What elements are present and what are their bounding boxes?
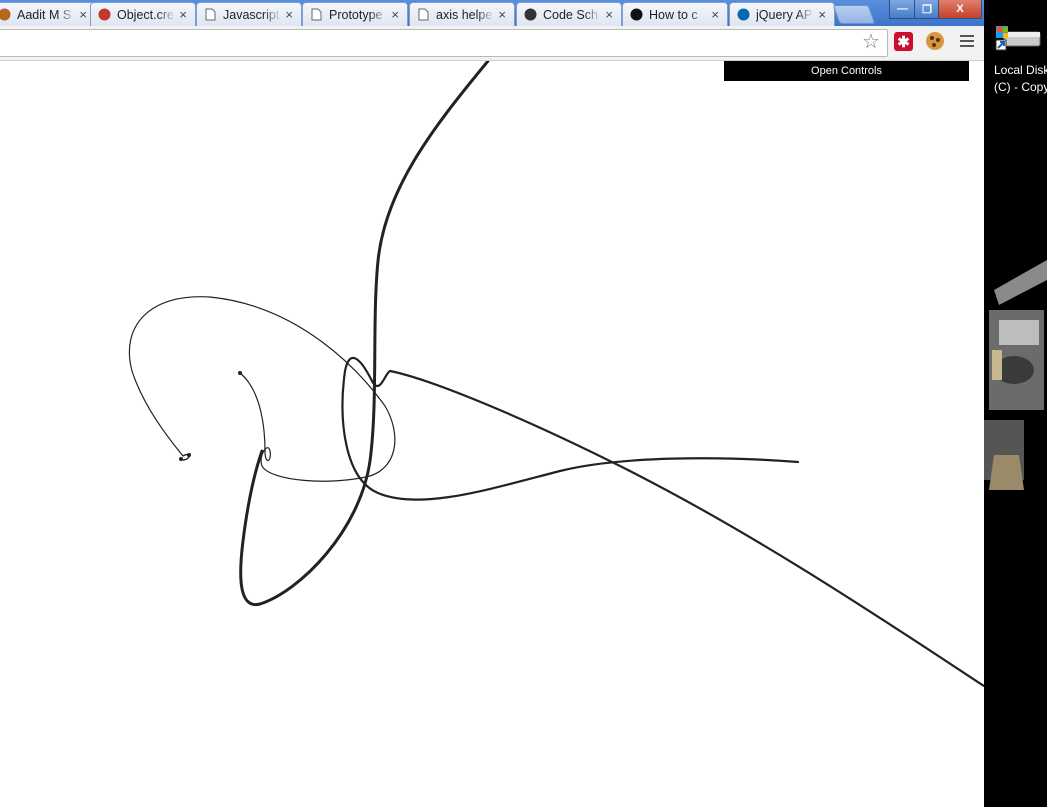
cookie-extension-icon[interactable] <box>926 32 944 50</box>
tab-label: Aadit M S <box>17 7 72 22</box>
thick-curve <box>239 61 490 607</box>
close-window-button[interactable]: X <box>938 0 982 19</box>
browser-window: Aadit M S × Object.cre × Javascript × Prototyp… <box>0 0 984 807</box>
desktop-icon-label-line2: (C) - Copy <box>994 80 1047 94</box>
tab-7[interactable]: How to c × <box>622 2 728 26</box>
thin-loop-curve <box>128 296 396 482</box>
tab-4[interactable]: Prototype × <box>302 2 408 26</box>
tab-6[interactable]: Code Sch × <box>516 2 622 26</box>
favicon-avatar-icon <box>0 8 11 22</box>
desktop-icon-label-line1: Local Disk <box>994 63 1047 77</box>
address-bar[interactable] <box>0 29 888 57</box>
tab-label: How to c <box>649 7 698 22</box>
curve-drawing <box>128 61 984 688</box>
tab-close-icon[interactable]: × <box>179 7 187 22</box>
tab-label: Object.cre <box>117 7 174 22</box>
jquery-icon <box>736 8 750 22</box>
tab-close-icon[interactable]: × <box>498 7 506 22</box>
tab-close-icon[interactable]: × <box>711 7 719 22</box>
space-wallpaper-image <box>984 250 1047 510</box>
tab-8[interactable]: jQuery AP × <box>729 2 835 26</box>
mdn-dino-icon <box>97 8 111 22</box>
page-icon <box>416 8 430 22</box>
bookmark-star-icon[interactable]: ☆ <box>862 29 880 54</box>
minimize-button[interactable]: — <box>889 0 916 19</box>
tab-label: Prototype <box>329 7 383 22</box>
point-marker <box>238 371 242 375</box>
tab-label: Javascript <box>223 7 280 22</box>
github-icon <box>629 8 643 22</box>
new-tab-button[interactable] <box>832 5 876 24</box>
tab-2[interactable]: Object.cre × <box>90 2 196 26</box>
maximize-button[interactable]: ❐ <box>914 0 940 19</box>
page-icon <box>309 8 323 22</box>
lastpass-extension-icon[interactable]: ✱ <box>894 32 913 51</box>
code-school-icon <box>523 8 537 22</box>
tab-close-icon[interactable]: × <box>79 7 87 22</box>
page-canvas[interactable]: Open Controls <box>0 61 984 807</box>
browser-toolbar: ☆ ✱ <box>0 26 984 61</box>
medium-curve <box>341 356 984 688</box>
chrome-menu-icon[interactable] <box>960 35 974 50</box>
page-icon <box>203 8 217 22</box>
tab-close-icon[interactable]: × <box>391 7 399 22</box>
point-marker <box>179 457 183 461</box>
tab-1[interactable]: Aadit M S × <box>0 2 96 26</box>
tab-strip: Aadit M S × Object.cre × Javascript × Prototyp… <box>0 0 984 26</box>
tab-close-icon[interactable]: × <box>818 7 826 22</box>
tab-label: Code Sch <box>543 7 598 22</box>
local-disk-shortcut[interactable]: Local Disk (C) - Copy <box>994 24 1047 95</box>
point-marker <box>187 453 191 457</box>
open-controls-button[interactable]: Open Controls <box>724 61 969 81</box>
tab-close-icon[interactable]: × <box>285 7 293 22</box>
tab-close-icon[interactable]: × <box>605 7 613 22</box>
tab-label: axis helpe <box>436 7 493 22</box>
tab-label: jQuery AP <box>756 7 813 22</box>
hard-drive-icon <box>995 26 1041 51</box>
tab-3[interactable]: Javascript × <box>196 2 302 26</box>
tab-5[interactable]: axis helpe × <box>409 2 515 26</box>
